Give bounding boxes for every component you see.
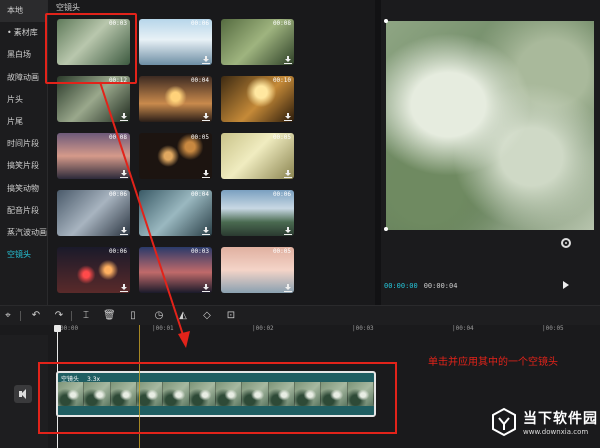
ruler-label: |00:05: [542, 325, 564, 332]
thumb-duration: 00:06: [190, 20, 209, 27]
thumb-duration: 00:06: [272, 191, 291, 198]
media-thumb[interactable]: 00:08: [221, 19, 294, 65]
media-thumb[interactable]: 00:05: [221, 133, 294, 179]
media-thumb[interactable]: 00:06: [221, 190, 294, 236]
sidebar-item-library[interactable]: 素材库: [0, 22, 47, 44]
time-ruler[interactable]: 00:00 |00:01 |00:02 |00:03 |00:04 |00:05: [55, 325, 600, 335]
mirror-icon[interactable]: ◭: [177, 310, 189, 322]
thumb-duration: 00:05: [272, 248, 291, 255]
crop-handle[interactable]: [384, 19, 388, 23]
thumb-duration: 00:06: [108, 191, 127, 198]
watermark: 当下软件园 www.downxia.com: [487, 401, 600, 448]
sidebar-item-local[interactable]: 本地: [0, 0, 47, 23]
delete-icon[interactable]: 🗑: [103, 310, 116, 322]
sidebar-item-funny-clips[interactable]: 搞笑片段: [0, 155, 47, 177]
watermark-title: 当下软件园: [523, 411, 598, 427]
total-time: 00:00:04: [423, 282, 458, 290]
preview-timecode: 00:00:00 00:00:04: [384, 282, 457, 290]
watermark-logo-icon: [492, 407, 516, 437]
track-mute-button[interactable]: [14, 385, 32, 403]
ruler-label: |00:01: [152, 325, 174, 332]
thumb-duration: 00:10: [272, 77, 291, 84]
media-thumb[interactable]: 00:06: [57, 247, 130, 293]
media-thumb[interactable]: 00:04: [139, 76, 212, 122]
sidebar-item-time-clips[interactable]: 时间片段: [0, 133, 47, 155]
thumb-duration: 00:08: [272, 20, 291, 27]
media-thumb[interactable]: 00:04: [139, 190, 212, 236]
sidebar-item-outro[interactable]: 片尾: [0, 111, 47, 133]
current-time: 00:00:00: [384, 282, 418, 290]
thumb-duration: 00:05: [190, 134, 209, 141]
media-thumb[interactable]: 00:06: [139, 19, 212, 65]
thumb-duration: 00:06: [108, 248, 127, 255]
media-thumb[interactable]: 00:03: [139, 247, 212, 293]
thumb-duration: 00:04: [190, 77, 209, 84]
category-sidebar: 本地 素材库 黑白场 故障动画 片头 片尾 时间片段 搞笑片段 搞笑动物 配音片…: [0, 0, 48, 305]
ruler-label: |00:04: [452, 325, 474, 332]
annotation-text: 单击并应用其中的一个空镜头: [428, 357, 558, 368]
thumb-duration: 00:08: [108, 134, 127, 141]
sidebar-item-intro[interactable]: 片头: [0, 89, 47, 111]
sidebar-item-voice-clips[interactable]: 配音片段: [0, 200, 47, 222]
crop-icon[interactable]: ⊡: [225, 310, 237, 322]
sidebar-item-empty-shots[interactable]: 空镜头: [0, 244, 47, 266]
redo-icon[interactable]: ↷: [53, 310, 65, 322]
watermark-url: www.downxia.com: [523, 428, 589, 436]
media-thumb[interactable]: 00:06: [57, 190, 130, 236]
selected-thumb-highlight: [45, 13, 137, 84]
ruler-label: |00:03: [352, 325, 374, 332]
clip-highlight: [38, 362, 397, 434]
freeze-frame-icon[interactable]: ▯: [127, 310, 139, 322]
thumb-duration: 00:05: [272, 134, 291, 141]
target-icon[interactable]: [561, 238, 571, 248]
thumb-duration: 00:04: [190, 191, 209, 198]
library-section-title: 空镜头: [56, 3, 80, 12]
undo-icon[interactable]: ↶: [30, 310, 42, 322]
play-icon[interactable]: [563, 281, 569, 289]
media-thumb[interactable]: 00:08: [57, 133, 130, 179]
media-thumb[interactable]: 00:10: [221, 76, 294, 122]
split-icon[interactable]: ⌶: [80, 310, 92, 322]
crop-handle[interactable]: [384, 227, 388, 231]
ruler-label: |00:02: [252, 325, 274, 332]
ruler-label: 00:00: [60, 325, 79, 332]
sidebar-item-funny-animals[interactable]: 搞笑动物: [0, 178, 47, 200]
rotate-icon[interactable]: ◇: [201, 310, 213, 322]
pointer-icon[interactable]: ⌖: [2, 310, 14, 322]
media-thumb[interactable]: 00:05: [221, 247, 294, 293]
sidebar-item-glitch[interactable]: 故障动画: [0, 67, 47, 89]
sidebar-item-vaporwave[interactable]: 蒸汽波动画: [0, 222, 47, 244]
thumb-duration: 00:03: [190, 248, 209, 255]
timeline-toolbar: ⌖ ↶ ↷ ⌶ 🗑 ▯ ◷ ◭ ◇ ⊡: [0, 305, 600, 325]
preview-frame[interactable]: [386, 21, 594, 230]
playhead-handle[interactable]: [54, 325, 61, 332]
play-circle-icon[interactable]: ◷: [153, 310, 165, 322]
sidebar-item-black-white[interactable]: 黑白场: [0, 44, 47, 66]
media-thumb[interactable]: 00:05: [139, 133, 212, 179]
